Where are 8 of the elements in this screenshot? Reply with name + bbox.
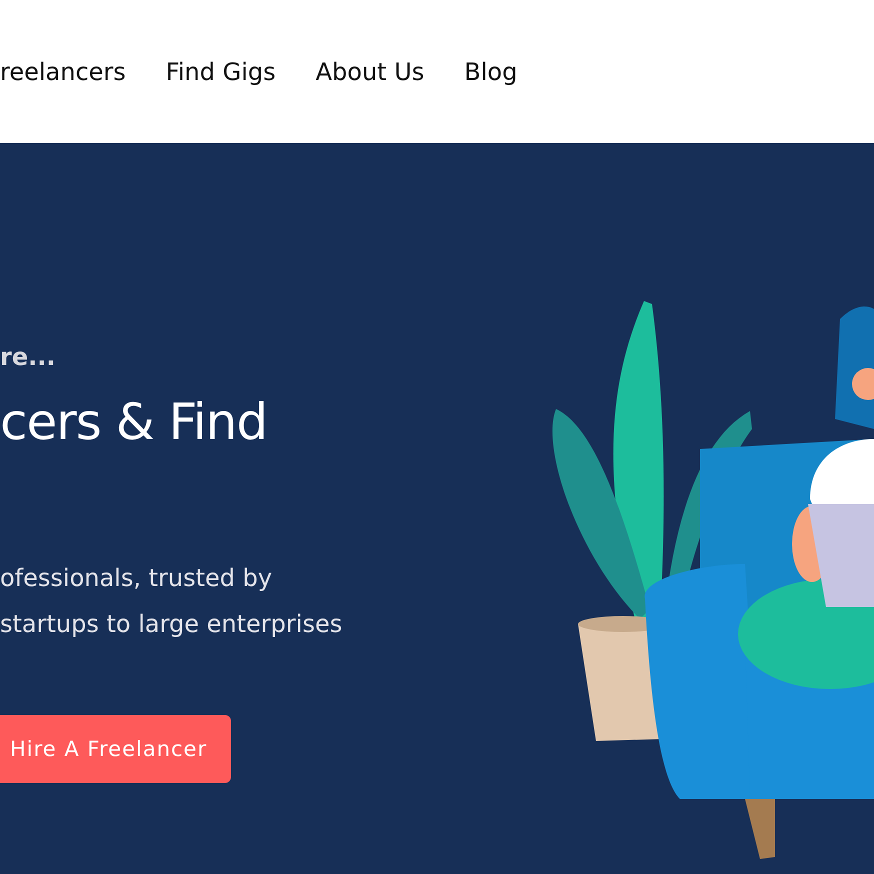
nav-link[interactable]: Find Gigs [166, 58, 276, 86]
nav-link[interactable]: Blog [464, 58, 518, 86]
hero-description: ofessionals, trusted by [0, 563, 274, 594]
nav-link[interactable]: About Us [316, 58, 424, 86]
hero-description: startups to large enterprises [0, 609, 344, 640]
hero-eyebrow: re... [0, 343, 56, 371]
hero-headline: cers & Find [0, 393, 268, 451]
nav-link[interactable]: reelancers [0, 58, 126, 86]
